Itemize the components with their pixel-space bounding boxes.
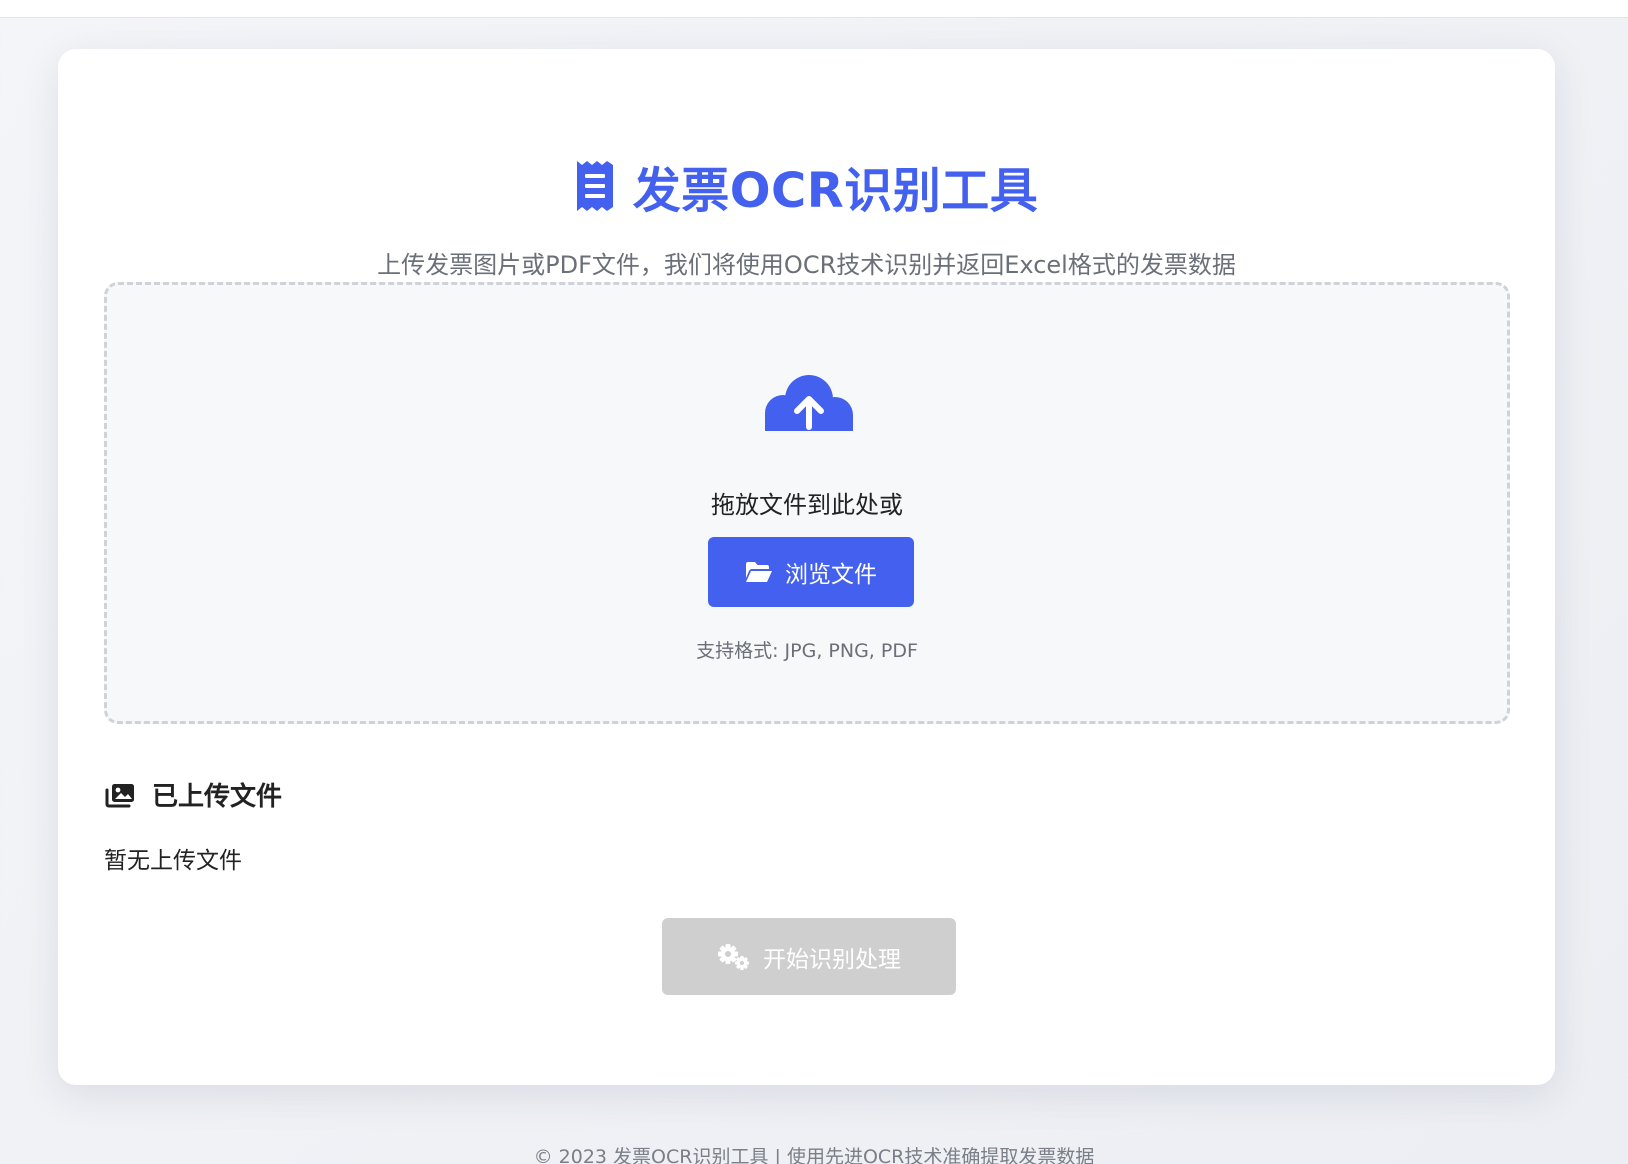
drop-instructions: 拖放文件到此处或 xyxy=(711,491,903,519)
page-header: 发票OCR识别工具 xyxy=(58,151,1555,221)
supported-formats: 支持格式: JPG, PNG, PDF xyxy=(696,640,918,662)
gears-icon xyxy=(718,943,749,970)
start-processing-label: 开始识别处理 xyxy=(763,946,901,973)
page-footer: © 2023 发票OCR识别工具 | 使用先进OCR技术准确提取发票数据 xyxy=(533,1146,1095,1164)
page-subtitle: 上传发票图片或PDF文件，我们将使用OCR技术识别并返回Excel格式的发票数据 xyxy=(377,251,1236,279)
page-title: 发票OCR识别工具 xyxy=(632,163,1039,219)
browse-files-label: 浏览文件 xyxy=(785,562,877,588)
browse-files-button[interactable]: 浏览文件 xyxy=(708,537,914,607)
uploaded-files-title: 已上传文件 xyxy=(152,782,283,812)
uploaded-files-header: 已上传文件 xyxy=(104,776,282,813)
images-icon xyxy=(105,783,134,807)
main-card: 发票OCR识别工具 上传发票图片或PDF文件，我们将使用OCR技术识别并返回Ex… xyxy=(58,49,1555,1085)
top-bar xyxy=(0,0,1628,18)
folder-open-icon xyxy=(746,562,772,582)
start-processing-button[interactable]: 开始识别处理 xyxy=(662,918,956,995)
uploaded-files-empty: 暂无上传文件 xyxy=(104,848,242,874)
receipt-icon xyxy=(576,161,613,211)
cloud-upload-icon xyxy=(763,375,855,439)
file-dropzone[interactable]: 拖放文件到此处或 浏览文件 支持格式: JPG, PNG, PDF xyxy=(104,282,1510,724)
